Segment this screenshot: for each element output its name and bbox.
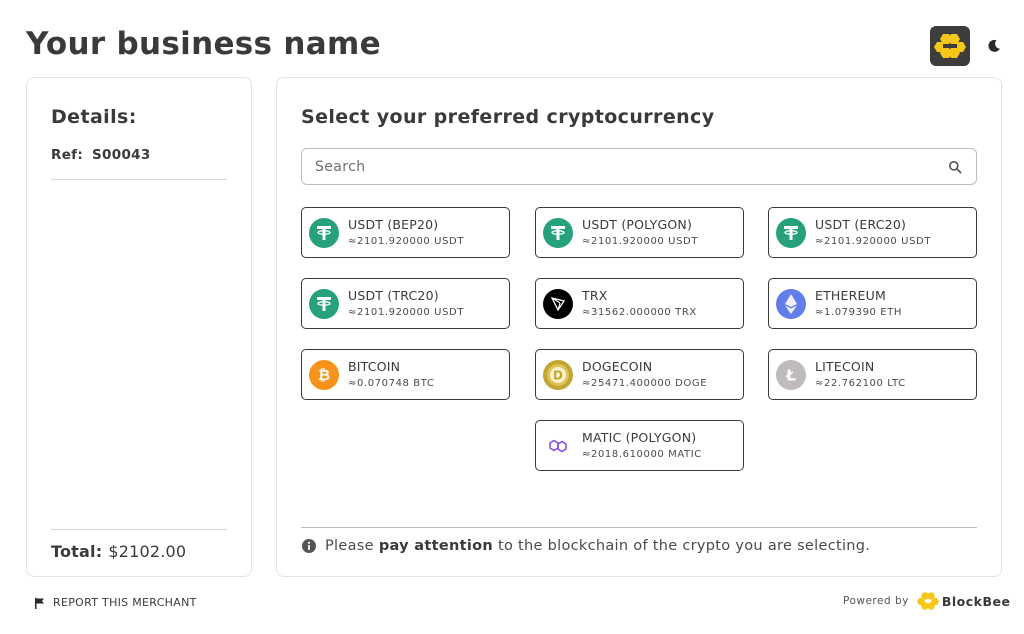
dogecoin-icon: D — [543, 359, 573, 390]
coin-name: TRX — [582, 288, 608, 303]
info-icon — [302, 539, 316, 553]
coin-option-dogecoin[interactable]: D DOGECOIN ≈25471.400000 DOGE — [535, 349, 744, 400]
tether-icon — [776, 217, 806, 248]
details-divider-bottom — [51, 529, 227, 530]
coin-amount: ≈25471.400000 DOGE — [582, 378, 708, 389]
coin-amount: ≈2101.920000 USDT — [348, 236, 465, 247]
tron-icon — [543, 288, 573, 319]
brand-name: BlockBee — [941, 593, 1011, 609]
blockbee-logo-icon — [916, 592, 939, 610]
tether-icon — [543, 217, 573, 248]
coin-name: USDT (POLYGON) — [582, 217, 693, 232]
coin-amount: ≈1.079390 ETH — [815, 307, 903, 318]
coin-name: MATIC (POLYGON) — [582, 430, 697, 445]
search-box — [301, 148, 977, 185]
ref-value: S00043 — [92, 147, 151, 163]
crypto-selection-card: Select your preferred cryptocurrency USD… — [276, 77, 1002, 577]
svg-text:Ł: Ł — [785, 366, 796, 384]
total-label: Total: — [51, 542, 103, 561]
details-card: Details: Ref: S00043 Total: $2102.00 — [26, 77, 252, 577]
coin-option-bitcoin[interactable]: ₿ BITCOIN ≈0.070748 BTC — [301, 349, 510, 400]
blockbee-logo-icon — [934, 34, 966, 58]
note-divider — [301, 527, 977, 528]
blockbee-logo-button[interactable] — [930, 26, 970, 66]
coin-name: USDT (TRC20) — [348, 288, 439, 303]
report-merchant-label: REPORT THIS MERCHANT — [53, 596, 197, 609]
ref-label: Ref: — [51, 147, 84, 163]
ethereum-icon — [776, 288, 806, 319]
coin-name: DOGECOIN — [582, 359, 653, 374]
total-line: Total: $2102.00 — [51, 542, 186, 561]
coin-option-trx[interactable]: TRX ≈31562.000000 TRX — [535, 278, 744, 329]
coin-amount: ≈2018.610000 MATIC — [582, 449, 702, 460]
coin-amount: ≈2101.920000 USDT — [815, 236, 932, 247]
note-emphasis: pay attention — [378, 538, 493, 554]
search-icon[interactable] — [948, 160, 962, 174]
coin-amount: ≈2101.920000 USDT — [582, 236, 699, 247]
coin-option-usdt-bep20[interactable]: USDT (BEP20) ≈2101.920000 USDT — [301, 207, 510, 258]
tether-icon — [309, 217, 339, 248]
coin-amount: ≈31562.000000 TRX — [582, 307, 697, 318]
powered-by: Powered by BlockBee — [843, 592, 1010, 610]
reference-line: Ref: S00043 — [51, 147, 151, 163]
coin-name: ETHEREUM — [815, 288, 886, 303]
svg-text:D: D — [553, 368, 563, 382]
moon-icon — [988, 39, 1000, 52]
tether-icon — [309, 288, 339, 319]
coin-amount: ≈0.070748 BTC — [348, 378, 435, 389]
coin-amount: ≈22.762100 LTC — [815, 378, 906, 389]
theme-toggle-button[interactable] — [984, 36, 1004, 56]
coin-option-litecoin[interactable]: Ł LITECOIN ≈22.762100 LTC — [768, 349, 977, 400]
business-name-title: Your business name — [26, 26, 381, 62]
coin-name: USDT (ERC20) — [815, 217, 907, 232]
litecoin-icon: Ł — [776, 359, 806, 390]
coin-name: USDT (BEP20) — [348, 217, 439, 232]
coin-option-usdt-erc20[interactable]: USDT (ERC20) ≈2101.920000 USDT — [768, 207, 977, 258]
powered-by-label: Powered by — [843, 595, 909, 607]
coin-option-usdt-polygon[interactable]: USDT (POLYGON) ≈2101.920000 USDT — [535, 207, 744, 258]
coin-option-matic-polygon[interactable]: MATIC (POLYGON) ≈2018.610000 MATIC — [535, 420, 744, 471]
flag-icon — [35, 597, 44, 609]
select-crypto-title: Select your preferred cryptocurrency — [301, 106, 715, 128]
blockchain-warning-note: Please pay attention to the blockchain o… — [301, 538, 870, 554]
coin-option-ethereum[interactable]: ETHEREUM ≈1.079390 ETH — [768, 278, 977, 329]
polygon-icon — [543, 430, 573, 461]
coin-name: LITECOIN — [815, 359, 875, 374]
note-suffix: to the blockchain of the crypto you are … — [497, 538, 871, 554]
coin-option-usdt-trc20[interactable]: USDT (TRC20) ≈2101.920000 USDT — [301, 278, 510, 329]
coin-amount: ≈2101.920000 USDT — [348, 307, 465, 318]
search-input[interactable] — [302, 149, 976, 184]
blockbee-brand-link[interactable]: BlockBee — [916, 592, 1011, 610]
note-prefix: Please — [325, 538, 374, 554]
coin-name: BITCOIN — [348, 359, 401, 374]
svg-text:₿: ₿ — [318, 366, 330, 384]
details-title: Details: — [51, 106, 137, 128]
details-divider-top — [51, 179, 227, 180]
report-merchant-link[interactable]: REPORT THIS MERCHANT — [34, 596, 197, 609]
total-value: $2102.00 — [108, 542, 187, 561]
bitcoin-icon: ₿ — [309, 359, 339, 390]
